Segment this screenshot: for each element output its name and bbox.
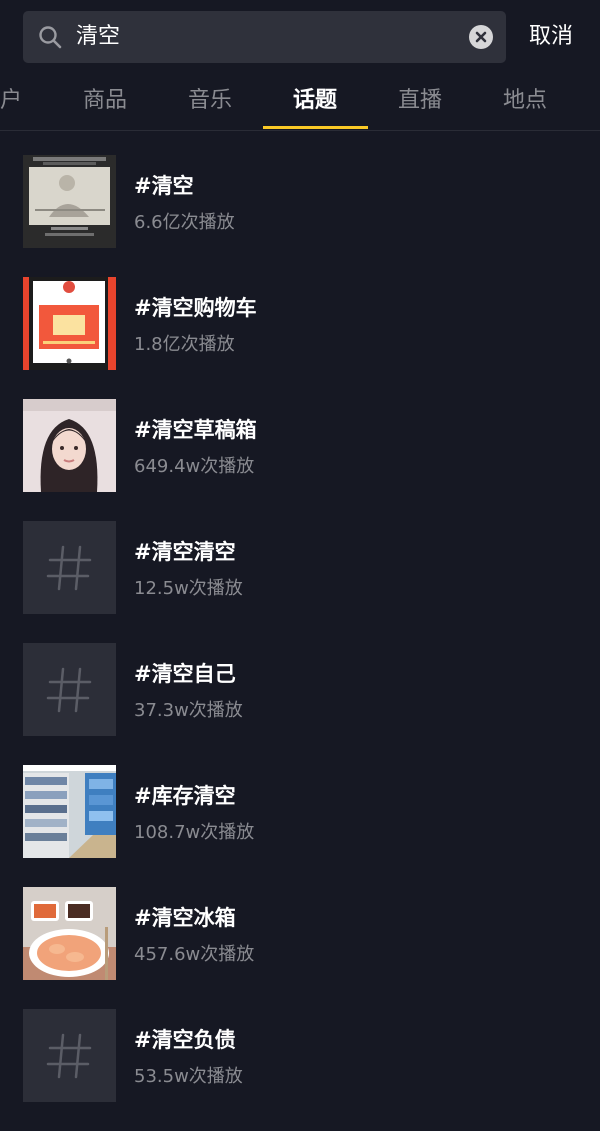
topic-result-list: #清空 6.6亿次播放 #清空购物车 1.8亿次播放 #清空草稿箱 649.4w… xyxy=(0,155,600,1131)
tab-topics[interactable]: 话题 xyxy=(289,75,341,127)
clear-search-icon[interactable] xyxy=(469,25,493,49)
search-query-text[interactable]: 清空 xyxy=(76,11,120,63)
list-item[interactable]: #清空自己 37.3w次播放 xyxy=(0,643,600,736)
topic-play-count: 6.6亿次播放 xyxy=(134,212,235,233)
list-item[interactable]: #清空 6.6亿次播放 xyxy=(0,155,600,248)
topic-title: #清空清空 xyxy=(134,540,236,564)
tab-places[interactable]: 地点 xyxy=(499,75,551,127)
list-item[interactable]: #清空清空 12.5w次播放 xyxy=(0,521,600,614)
hashtag-icon xyxy=(23,643,116,736)
list-item[interactable]: #清空草稿箱 649.4w次播放 xyxy=(0,399,600,492)
hashtag-icon xyxy=(23,1009,116,1102)
topic-play-count: 108.7w次播放 xyxy=(134,822,255,843)
tab-products[interactable]: 商品 xyxy=(79,75,131,127)
topic-play-count: 1.8亿次播放 xyxy=(134,334,235,355)
tab-music[interactable]: 音乐 xyxy=(184,75,236,127)
topic-title: #清空自己 xyxy=(134,662,236,686)
topic-play-count: 12.5w次播放 xyxy=(134,578,243,599)
topic-play-count: 457.6w次播放 xyxy=(134,944,255,965)
cancel-button[interactable]: 取消 xyxy=(529,11,573,63)
topic-title: #清空 xyxy=(134,174,194,198)
topic-title: #清空负债 xyxy=(134,1028,236,1052)
category-tabs: 户 商品 音乐 话题 直播 地点 xyxy=(0,75,600,131)
list-item[interactable]: #清空冰箱 457.6w次播放 xyxy=(0,887,600,980)
topic-play-count: 37.3w次播放 xyxy=(134,700,243,721)
list-item[interactable]: #清空购物车 1.8亿次播放 xyxy=(0,277,600,370)
search-input[interactable]: 清空 xyxy=(23,11,506,63)
list-item[interactable]: #清空负债 53.5w次播放 xyxy=(0,1009,600,1102)
topic-title: #清空购物车 xyxy=(134,296,257,320)
list-item[interactable]: #库存清空 108.7w次播放 xyxy=(0,765,600,858)
topic-play-count: 53.5w次播放 xyxy=(134,1066,243,1087)
active-tab-indicator xyxy=(263,126,368,129)
topic-title: #清空冰箱 xyxy=(134,906,236,930)
topic-thumbnail-image xyxy=(23,765,116,858)
topic-title: #清空草稿箱 xyxy=(134,418,257,442)
topic-thumbnail-image xyxy=(23,277,116,370)
search-header: 清空 取消 xyxy=(0,0,600,75)
hashtag-icon xyxy=(23,521,116,614)
topic-thumbnail-image xyxy=(23,155,116,248)
topic-thumbnail-image xyxy=(23,887,116,980)
tab-live[interactable]: 直播 xyxy=(394,75,446,127)
topic-title: #库存清空 xyxy=(134,784,236,808)
tab-users[interactable]: 户 xyxy=(0,75,24,127)
search-icon xyxy=(38,25,62,49)
topic-play-count: 649.4w次播放 xyxy=(134,456,255,477)
topic-thumbnail-image xyxy=(23,399,116,492)
